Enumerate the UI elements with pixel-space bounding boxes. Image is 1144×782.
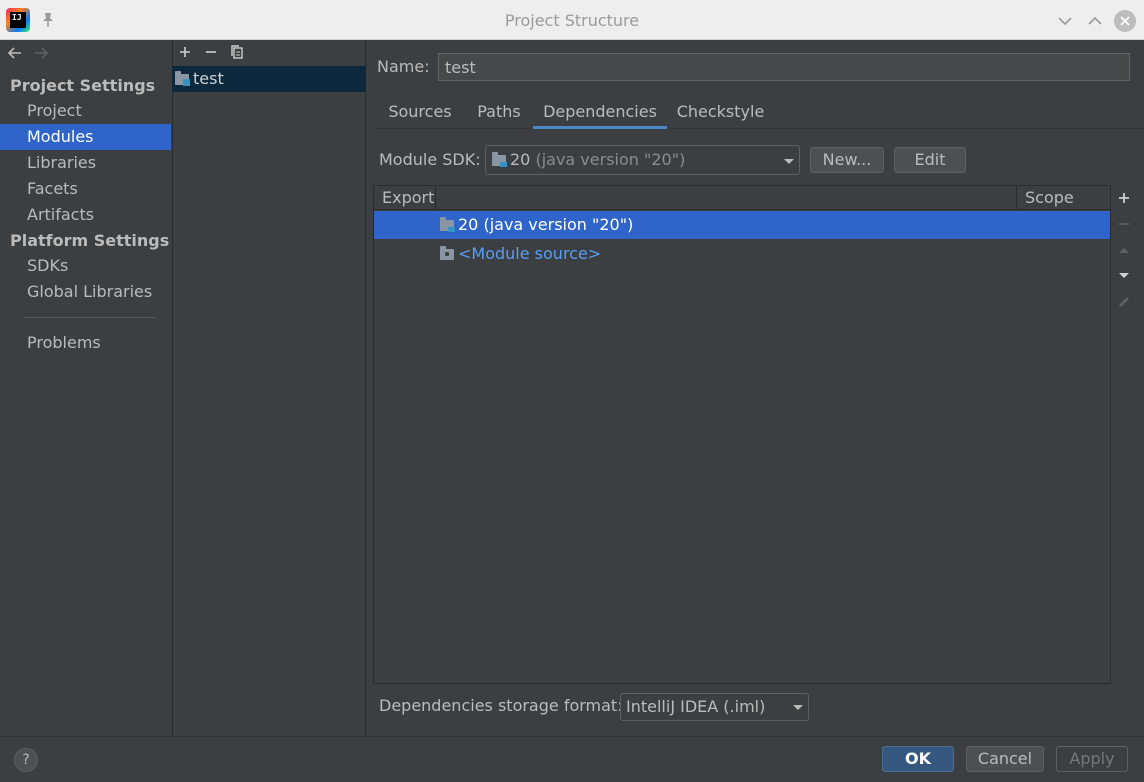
column-export[interactable]: Export (374, 186, 435, 210)
window-title: Project Structure (504, 11, 640, 30)
sidebar-item-global-libraries[interactable]: Global Libraries (0, 279, 171, 305)
dependency-label: 20 (java version "20") (458, 215, 634, 234)
module-sdk-label: Module SDK: (379, 150, 481, 169)
sidebar-item-libraries[interactable]: Libraries (0, 150, 171, 176)
copy-icon[interactable] (229, 44, 245, 60)
sidebar-item-facets[interactable]: Facets (0, 176, 171, 202)
sdk-folder-icon (440, 217, 455, 232)
table-header (374, 186, 1110, 210)
remove-dependency-icon[interactable] (1116, 216, 1132, 232)
project-settings-header: Project Settings (10, 76, 156, 95)
column-divider (435, 186, 436, 210)
move-up-icon[interactable] (1116, 242, 1132, 258)
dependency-label: <Module source> (458, 244, 602, 263)
tab-dependencies[interactable]: Dependencies (533, 97, 667, 129)
cancel-button[interactable]: Cancel (966, 746, 1044, 772)
sidebar-item-project[interactable]: Project (0, 98, 171, 124)
help-button[interactable]: ? (14, 748, 38, 772)
storage-format-value: IntelliJ IDEA (.iml) (626, 697, 766, 716)
minimize-icon[interactable] (1056, 12, 1074, 30)
add-icon[interactable] (177, 44, 193, 60)
tab-sources[interactable]: Sources (378, 97, 462, 129)
tab-paths[interactable]: Paths (470, 97, 528, 129)
module-list-item[interactable]: test (172, 66, 366, 92)
storage-format-label: Dependencies storage format: (379, 696, 623, 715)
folder-icon (440, 246, 454, 260)
remove-icon[interactable] (203, 44, 219, 60)
platform-settings-header: Platform Settings (10, 231, 170, 250)
name-label: Name: (377, 57, 430, 76)
maximize-icon[interactable] (1086, 12, 1104, 30)
module-list-panel (172, 40, 366, 736)
ok-button[interactable]: OK (882, 746, 954, 772)
table-row[interactable]: <Module source> (374, 240, 1110, 268)
sidebar-item-artifacts[interactable]: Artifacts (0, 202, 171, 228)
table-side-toolbar (1112, 185, 1144, 684)
edit-sdk-button[interactable]: Edit (894, 147, 966, 173)
module-folder-icon (175, 71, 190, 86)
chevron-down-icon (793, 705, 803, 710)
move-down-icon[interactable] (1116, 268, 1132, 284)
sdk-detail: (java version "20") (535, 150, 686, 169)
close-icon[interactable] (1114, 10, 1136, 32)
module-name-input[interactable] (438, 53, 1130, 81)
sidebar-item-sdks[interactable]: SDKs (0, 253, 171, 279)
table-row[interactable]: 20 (java version "20") (374, 211, 1110, 239)
module-item-label: test (193, 69, 224, 88)
chevron-down-icon (784, 159, 794, 164)
column-scope[interactable]: Scope (1017, 186, 1110, 210)
sdk-version: 20 (510, 150, 531, 169)
edit-pencil-icon[interactable] (1116, 294, 1132, 310)
sdk-folder-icon (492, 152, 507, 167)
sidebar-item-problems[interactable]: Problems (0, 330, 171, 356)
back-arrow-icon[interactable] (6, 44, 24, 62)
sidebar-divider (24, 317, 156, 318)
add-dependency-icon[interactable] (1116, 190, 1132, 206)
storage-format-dropdown[interactable]: IntelliJ IDEA (.iml) (620, 693, 809, 721)
forward-arrow-icon[interactable] (32, 44, 50, 62)
tab-checkstyle[interactable]: Checkstyle (672, 97, 769, 129)
module-sdk-dropdown[interactable]: 20 (java version "20") (485, 145, 800, 175)
apply-button[interactable]: Apply (1056, 746, 1128, 772)
new-sdk-button[interactable]: New... (810, 147, 884, 173)
sidebar-item-modules[interactable]: Modules (0, 124, 171, 150)
